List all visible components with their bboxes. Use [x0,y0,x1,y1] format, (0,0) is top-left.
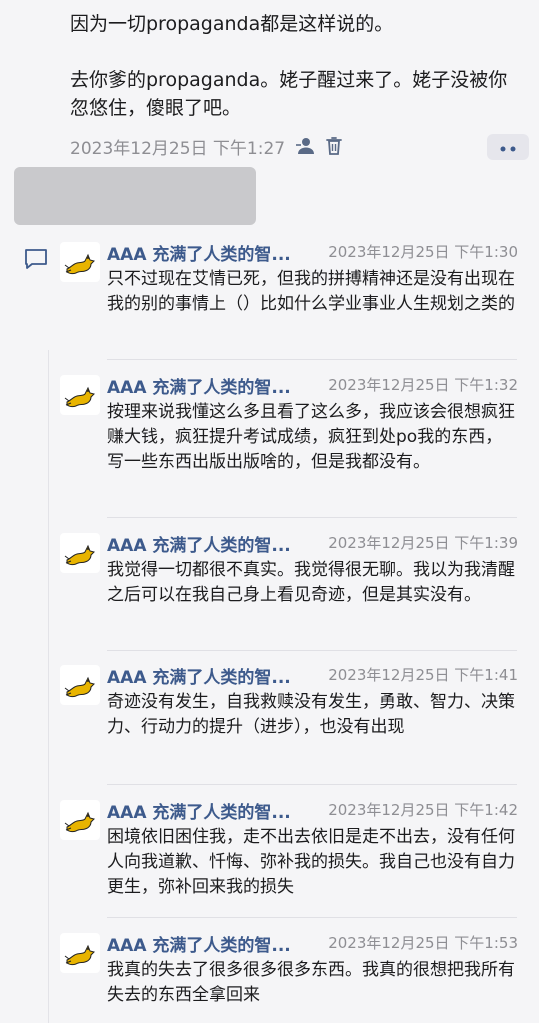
comment-text: 困境依旧困住我，走不出去依旧是走不出去，没有任何人向我道歉、忏悔、弥补我的损失。… [107,827,515,897]
comment-text: 只不过现在艾情已死，但我的拼搏精神还是没有出现在我的别的事情上（）比如什么学业事… [107,269,515,314]
comment-author[interactable]: AAA 充满了人类的智... [107,798,291,823]
comment-icon[interactable] [24,248,48,274]
comment-divider [107,517,517,518]
trash-icon[interactable] [325,136,343,156]
post-meta: 2023年12月25日 下午1:27 [70,135,343,159]
comment-author[interactable]: AAA 充满了人类的智... [107,373,291,398]
avatar[interactable] [60,375,100,415]
person-icon[interactable] [295,136,315,156]
comment-author[interactable]: AAA 充满了人类的智... [107,531,291,556]
comment-time: 2023年12月25日 下午1:30 [328,243,518,261]
post-line-2: 去你爹的propaganda。姥子醒过来了。姥子没被你忽悠住，傻眼了吧。 [70,69,508,119]
avatar[interactable] [60,242,100,282]
comment-time: 2023年12月25日 下午1:39 [328,534,518,552]
more-button[interactable] [487,134,529,160]
avatar[interactable] [60,800,100,840]
comment-item: AAA 充满了人类的智... 2023年12月25日 下午1:53 我真的失去了… [60,931,520,1021]
post-line-1: 因为一切propaganda都是这样说的。 [70,13,394,35]
comment-author[interactable]: AAA 充满了人类的智... [107,931,291,956]
comment-item: AAA 充满了人类的智... 2023年12月25日 下午1:30 只不过现在艾… [60,240,520,350]
comment-item: AAA 充满了人类的智... 2023年12月25日 下午1:41 奇迹没有发生… [60,663,520,778]
cat-avatar-icon [64,253,95,275]
comment-time: 2023年12月25日 下午1:42 [328,801,518,819]
comment-divider [107,917,517,918]
cat-avatar-icon [64,544,95,566]
comment-item: AAA 充满了人类的智... 2023年12月25日 下午1:39 我觉得一切都… [60,531,520,641]
post-card: 因为一切propaganda都是这样说的。 去你爹的propaganda。姥子醒… [0,0,539,165]
cat-avatar-icon [64,811,95,833]
comment-time: 2023年12月25日 下午1:53 [328,934,518,952]
post-timestamp: 2023年12月25日 下午1:27 [70,138,286,159]
comment-text: 按理来说我懂这么多且看了这么多，我应该会很想疯狂赚大钱，疯狂提升考试成绩，疯狂到… [107,402,515,472]
comment-author[interactable]: AAA 充满了人类的智... [107,240,291,265]
comment-text: 我真的失去了很多很多很多东西。我真的很想把我所有失去的东西全拿回来 [107,960,515,1005]
comment-divider [107,650,517,651]
comment-time: 2023年12月25日 下午1:41 [328,666,518,684]
redacted-block [14,167,256,225]
cat-avatar-icon [64,676,95,698]
comment-divider [107,784,517,785]
comment-text: 我觉得一切都很不真实。我觉得很无聊。我以为我清醒之后可以在我自己身上看见奇迹，但… [107,560,515,605]
comment-item: AAA 充满了人类的智... 2023年12月25日 下午1:32 按理来说我懂… [60,373,520,503]
comment-item: AAA 充满了人类的智... 2023年12月25日 下午1:42 困境依旧困住… [60,798,520,918]
thread-line [48,350,49,1023]
comment-time: 2023年12月25日 下午1:32 [328,376,518,394]
avatar[interactable] [60,533,100,573]
avatar[interactable] [60,933,100,973]
more-icon [497,138,519,157]
comment-author[interactable]: AAA 充满了人类的智... [107,663,291,688]
comment-text: 奇迹没有发生，自我救赎没有发生，勇敢、智力、决策力、行动力的提升（进步），也没有… [107,692,515,737]
post-text: 因为一切propaganda都是这样说的。 去你爹的propaganda。姥子醒… [70,10,510,122]
cat-avatar-icon [64,386,95,408]
avatar[interactable] [60,665,100,705]
cat-avatar-icon [64,944,95,966]
comment-divider [107,359,517,360]
